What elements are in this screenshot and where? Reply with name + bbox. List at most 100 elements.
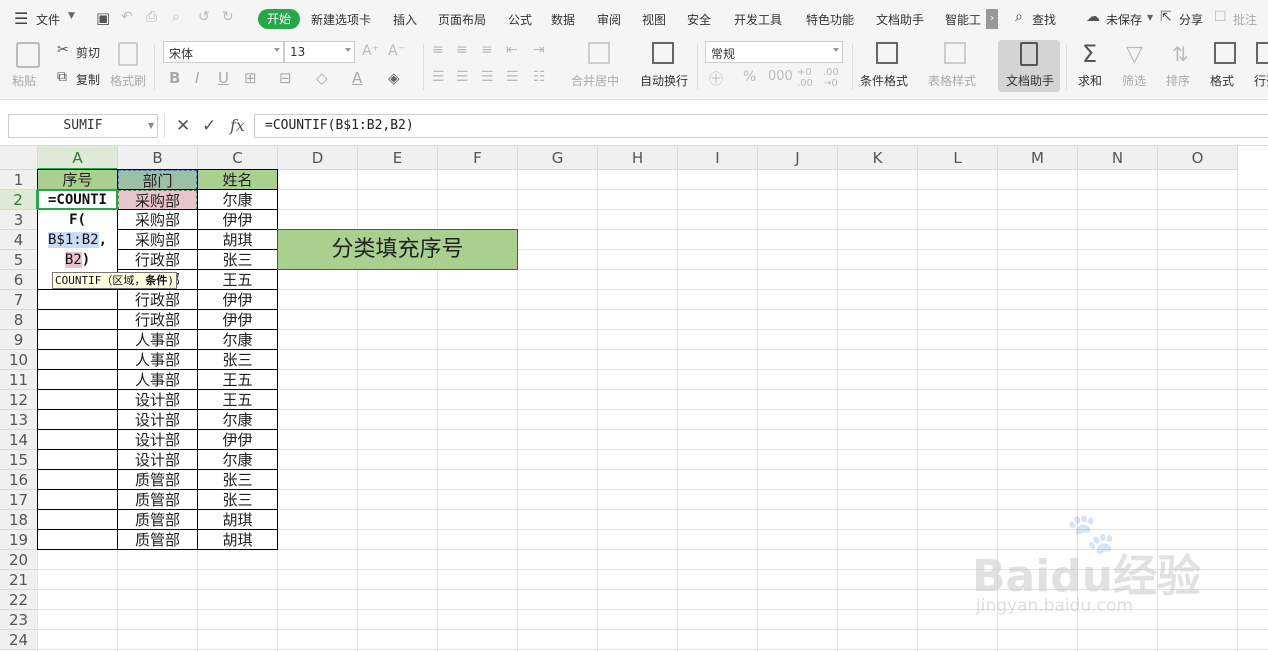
name-cell[interactable]: 张三 bbox=[198, 470, 277, 490]
font-size-select[interactable]: 13 bbox=[284, 41, 355, 63]
header-cell-c[interactable]: 姓名 bbox=[198, 170, 277, 190]
department-cell[interactable]: 质管部 bbox=[118, 530, 197, 550]
column-header-h[interactable]: H bbox=[598, 146, 678, 170]
conditional-format-icon[interactable] bbox=[876, 42, 898, 64]
bold-icon[interactable]: B bbox=[169, 69, 180, 87]
name-cell[interactable]: 胡琪 bbox=[198, 510, 277, 530]
redo-icon[interactable]: ↻ bbox=[222, 9, 234, 25]
italic-icon[interactable]: I bbox=[195, 69, 199, 87]
department-cell[interactable]: 采购部 bbox=[118, 230, 197, 250]
chevron-down-icon[interactable]: ▼ bbox=[148, 121, 154, 130]
department-cell[interactable]: 质管部 bbox=[118, 490, 197, 510]
row-header-11[interactable]: 11 bbox=[0, 370, 38, 390]
search-icon[interactable]: ⌕ bbox=[1015, 9, 1023, 25]
wrap-text-icon[interactable] bbox=[652, 42, 674, 64]
filter-button[interactable]: 筛选 bbox=[1122, 72, 1146, 89]
format-icon[interactable] bbox=[1214, 42, 1236, 64]
department-cell[interactable]: 设计部 bbox=[118, 410, 197, 430]
row-header-15[interactable]: 15 bbox=[0, 450, 38, 470]
clear-format-icon[interactable]: ◈ bbox=[388, 69, 400, 87]
cut-button[interactable]: 剪切 bbox=[76, 44, 100, 61]
name-cell[interactable]: 张三 bbox=[198, 490, 277, 510]
name-cell[interactable]: 伊伊 bbox=[198, 430, 277, 450]
merge-center-button[interactable]: 合并居中 bbox=[571, 72, 619, 89]
department-cell[interactable]: 行政部 bbox=[118, 290, 197, 310]
row-header-21[interactable]: 21 bbox=[0, 570, 38, 590]
row-header-18[interactable]: 18 bbox=[0, 510, 38, 530]
indent-decrease-icon[interactable]: ⇤ bbox=[506, 42, 518, 58]
row-header-22[interactable]: 22 bbox=[0, 590, 38, 610]
comment-icon[interactable]: ☐ bbox=[1214, 9, 1227, 25]
row-header-1[interactable]: 1 bbox=[0, 170, 38, 190]
row-header-10[interactable]: 10 bbox=[0, 350, 38, 370]
row-header-9[interactable]: 9 bbox=[0, 330, 38, 350]
font-name-select[interactable]: 宋体 bbox=[163, 41, 284, 63]
align-right-icon[interactable]: ☰ bbox=[481, 69, 494, 85]
column-header-e[interactable]: E bbox=[358, 146, 438, 170]
font-grow-icon[interactable]: A⁺ bbox=[362, 43, 379, 59]
font-color-icon[interactable]: A bbox=[352, 69, 362, 87]
row-header-12[interactable]: 12 bbox=[0, 390, 38, 410]
format-painter-button[interactable]: 格式刷 bbox=[110, 72, 146, 89]
increase-decimal-icon[interactable]: +0.00 bbox=[797, 67, 813, 89]
underline-icon[interactable]: U bbox=[218, 69, 229, 87]
table-style-button[interactable]: 表格样式 bbox=[928, 72, 976, 89]
column-header-f[interactable]: F bbox=[438, 146, 518, 170]
row-header-17[interactable]: 17 bbox=[0, 490, 38, 510]
name-cell[interactable]: 伊伊 bbox=[198, 290, 277, 310]
print-icon[interactable]: ⎙ bbox=[146, 9, 157, 25]
decrease-decimal-icon[interactable]: .00 →0 bbox=[823, 67, 839, 89]
row-header-14[interactable]: 14 bbox=[0, 430, 38, 450]
department-cell[interactable]: 行政部 bbox=[118, 310, 197, 330]
name-cell[interactable]: 王五 bbox=[198, 270, 277, 290]
chevron-right-icon[interactable]: › bbox=[986, 9, 998, 29]
column-header-b[interactable]: B bbox=[118, 146, 198, 170]
name-cell[interactable]: 王五 bbox=[198, 390, 277, 410]
row-header-24[interactable]: 24 bbox=[0, 630, 38, 650]
name-cell[interactable]: 王五 bbox=[198, 370, 277, 390]
tab-security[interactable]: 安全 bbox=[687, 11, 711, 28]
tab-home[interactable]: 开始 bbox=[258, 9, 300, 29]
formula-input[interactable]: =COUNTIF(B$1:B2,B2) bbox=[254, 114, 1268, 138]
fill-color-icon[interactable]: ◇ bbox=[316, 69, 328, 87]
select-all-corner[interactable] bbox=[0, 146, 38, 170]
percent-icon[interactable]: % bbox=[743, 69, 756, 85]
search-button[interactable]: 查找 bbox=[1032, 11, 1056, 28]
tab-formulas[interactable]: 公式 bbox=[508, 11, 532, 28]
copy-icon[interactable]: ⧉ bbox=[57, 69, 67, 85]
name-cell[interactable]: 尔康 bbox=[198, 330, 277, 350]
column-header-c[interactable]: C bbox=[198, 146, 278, 170]
name-cell[interactable]: 胡琪 bbox=[198, 230, 277, 250]
row-header-7[interactable]: 7 bbox=[0, 290, 38, 310]
tab-page-layout[interactable]: 页面布局 bbox=[438, 11, 486, 28]
row-header-8[interactable]: 8 bbox=[0, 310, 38, 330]
row-header-23[interactable]: 23 bbox=[0, 610, 38, 630]
department-cell[interactable]: 设计部 bbox=[118, 430, 197, 450]
border-icon[interactable]: ⊞ bbox=[244, 69, 257, 87]
tab-doc-assistant[interactable]: 文档助手 bbox=[876, 11, 924, 28]
department-cell[interactable]: 设计部 bbox=[118, 390, 197, 410]
tab-features[interactable]: 特色功能 bbox=[806, 11, 854, 28]
header-cell-a[interactable]: 序号 bbox=[38, 170, 117, 190]
paste-button[interactable]: 粘贴 bbox=[12, 72, 36, 89]
row-header-2[interactable]: 2 bbox=[0, 190, 38, 210]
row-header-5[interactable]: 5 bbox=[0, 250, 38, 270]
save-icon[interactable]: ▣ bbox=[96, 9, 110, 27]
share-button[interactable]: 分享 bbox=[1179, 11, 1203, 28]
department-cell[interactable]: 采购部 bbox=[118, 190, 197, 210]
column-header-d[interactable]: D bbox=[278, 146, 358, 170]
department-cell[interactable]: 质管部 bbox=[118, 470, 197, 490]
name-cell[interactable]: 胡琪 bbox=[198, 530, 277, 550]
insert-function-icon[interactable]: fx bbox=[230, 116, 245, 135]
column-header-k[interactable]: K bbox=[838, 146, 918, 170]
cancel-icon[interactable]: ✕ bbox=[176, 116, 190, 136]
row-header-13[interactable]: 13 bbox=[0, 410, 38, 430]
undo-history-icon[interactable]: ↶ bbox=[121, 9, 133, 25]
column-header-l[interactable]: L bbox=[918, 146, 998, 170]
align-center-icon[interactable]: ☰ bbox=[456, 69, 469, 85]
table-style-icon[interactable] bbox=[944, 42, 966, 64]
name-cell[interactable]: 尔康 bbox=[198, 410, 277, 430]
confirm-icon[interactable]: ✓ bbox=[202, 116, 216, 136]
tab-review[interactable]: 审阅 bbox=[597, 11, 621, 28]
tab-developer[interactable]: 开发工具 bbox=[734, 11, 782, 28]
